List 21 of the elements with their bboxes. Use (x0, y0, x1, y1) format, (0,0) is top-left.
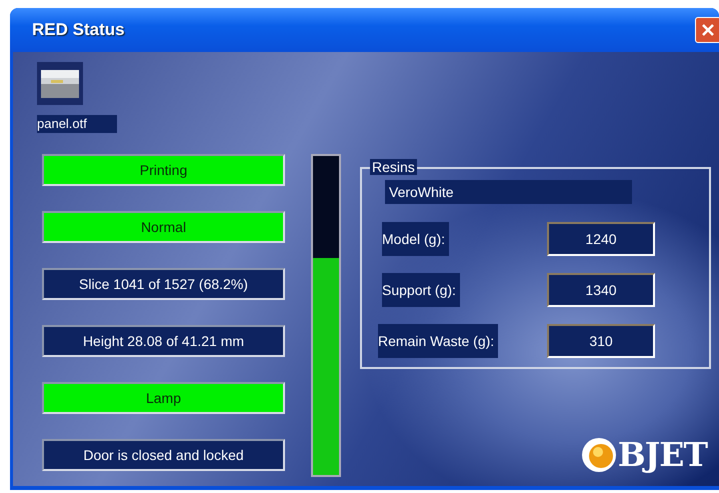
field-label: Model (g): (382, 222, 450, 256)
close-button[interactable] (695, 17, 719, 43)
window-title: RED Status (32, 20, 125, 40)
status-indicator: Slice 1041 of 1527 (68.2%) (42, 268, 285, 300)
status-indicator: Door is closed and locked (42, 439, 285, 471)
logo-text: BJET (618, 435, 707, 474)
orb-logo-icon (580, 436, 618, 474)
status-indicator: Normal (42, 211, 285, 243)
status-indicator: Printing (42, 154, 285, 186)
close-icon (700, 22, 716, 38)
status-indicator: Lamp (42, 382, 285, 414)
value-field: 310 (547, 324, 655, 358)
file-name: panel.otf (37, 115, 117, 133)
group-title: Resins (370, 159, 417, 175)
material-name: VeroWhite (385, 180, 632, 204)
field-label: Support (g): (382, 273, 460, 307)
value-field: 1240 (547, 222, 655, 256)
printer-icon (37, 62, 83, 105)
value-field: 1340 (547, 273, 655, 307)
status-indicator: Height 28.08 of 41.21 mm (42, 325, 285, 357)
field-label: Remain Waste (g): (378, 324, 498, 358)
